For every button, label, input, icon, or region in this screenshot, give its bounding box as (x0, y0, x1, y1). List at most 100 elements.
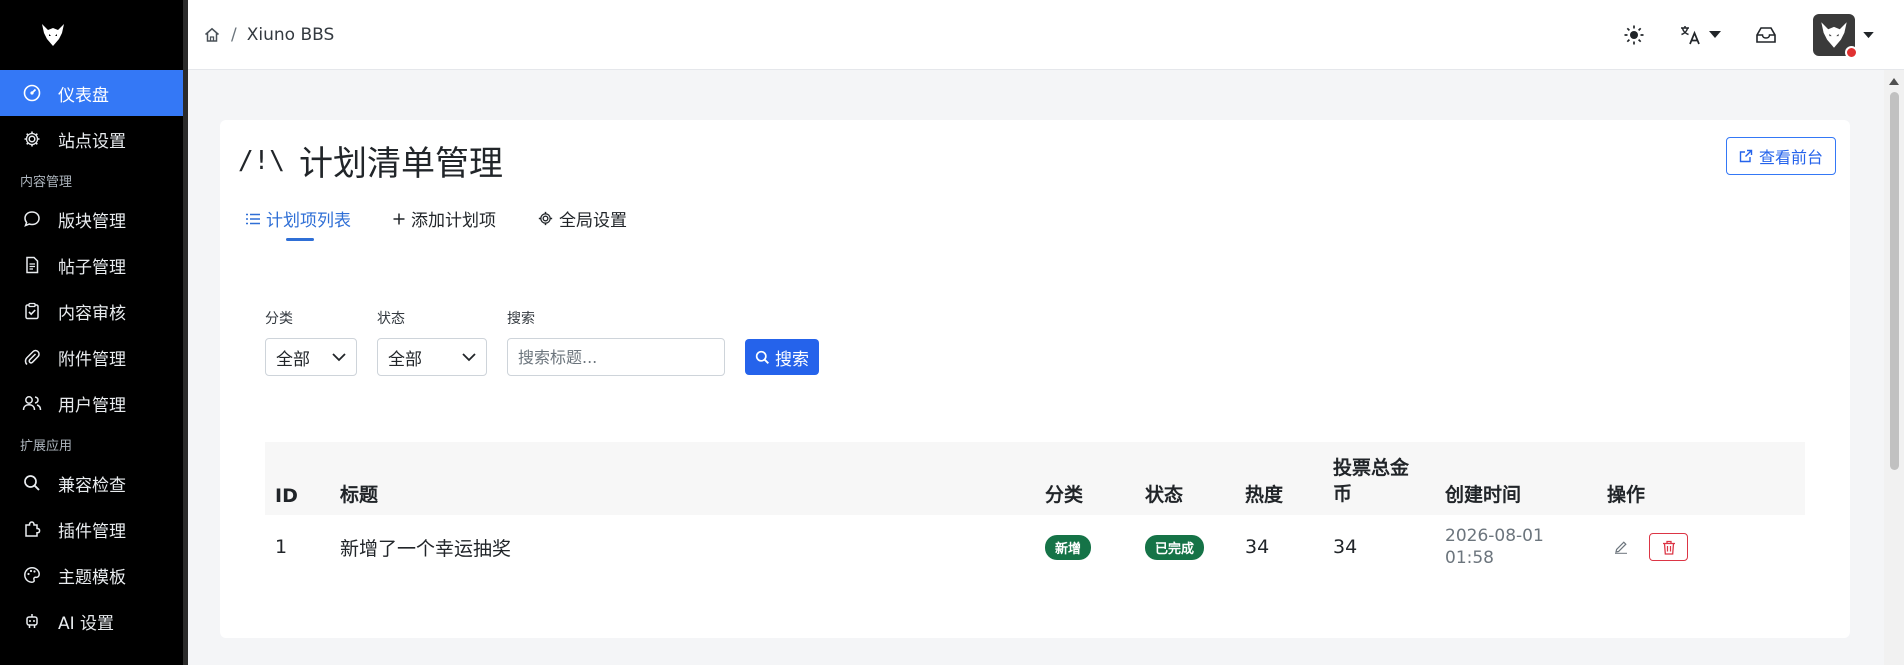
main-card: /!\ 计划清单管理 查看前台 计划项列表 添加计划项 全局设置 分类 全部 状… (220, 120, 1850, 638)
gear-icon (22, 129, 42, 149)
chevron-down-icon (1863, 31, 1874, 39)
sidebar-item-label: 附件管理 (58, 349, 126, 370)
scroll-thumb[interactable] (1890, 92, 1899, 470)
chevron-down-icon (1709, 31, 1721, 39)
cell-id: 1 (275, 536, 288, 558)
page-scrollbar[interactable] (1884, 70, 1904, 665)
category-label: 分类 (265, 311, 293, 327)
cell-category: 新增 (1045, 515, 1145, 579)
avatar (1813, 14, 1858, 59)
edit-icon (1614, 540, 1628, 554)
category-filter: 分类 全部 (265, 308, 357, 376)
paperclip-icon (22, 347, 42, 367)
chevron-down-icon (332, 352, 346, 362)
page-title: /!\ 计划清单管理 (238, 136, 503, 185)
sidebar-item-themes[interactable]: 主题模板 (0, 552, 188, 598)
tab-plan-list[interactable]: 计划项列表 (246, 206, 351, 241)
category-select-value: 全部 (276, 349, 310, 370)
category-select[interactable]: 全部 (265, 338, 357, 376)
category-badge: 新增 (1045, 534, 1092, 560)
tab-add-plan[interactable]: 添加计划项 (393, 206, 496, 231)
sidebar-item-moderation[interactable]: 内容审核 (0, 288, 188, 334)
sidebar-item-ai-settings[interactable]: AI 设置 (0, 598, 188, 644)
sidebar-item-label: 兼容检查 (58, 475, 126, 496)
search-button-label: 搜索 (775, 349, 809, 370)
sidebar-section-extend: 扩展应用 (20, 439, 73, 454)
status-badge: 已完成 (1145, 534, 1205, 560)
tab-label: 添加计划项 (411, 211, 496, 231)
cell-status: 已完成 (1145, 515, 1245, 579)
language-button[interactable] (1679, 24, 1721, 46)
sidebar-item-forums[interactable]: 版块管理 (0, 196, 188, 242)
sidebar-item-dashboard[interactable]: 仪表盘 (0, 70, 183, 116)
status-select-value: 全部 (388, 349, 422, 370)
search-icon (22, 473, 42, 493)
status-filter: 状态 全部 (377, 308, 487, 376)
edit-button[interactable] (1607, 533, 1635, 561)
col-category: 分类 (1045, 442, 1145, 515)
clipboard-check-icon (22, 301, 42, 321)
search-button[interactable]: 搜索 (745, 339, 819, 375)
sidebar-item-label: 版块管理 (58, 211, 126, 232)
home-icon[interactable] (203, 26, 221, 44)
plan-icon: /!\ (238, 145, 285, 176)
col-title: 标题 (340, 442, 1045, 515)
sidebar-item-label: 站点设置 (58, 131, 126, 152)
breadcrumb: / Xiuno BBS (203, 25, 334, 45)
filter-bar: 分类 全部 状态 全部 搜索 搜索 (265, 308, 819, 376)
sidebar-item-label: 主题模板 (58, 567, 126, 588)
col-actions: 操作 (1607, 442, 1805, 515)
cell-created: 2026-08-01 01:58 (1445, 515, 1607, 579)
inbox-icon (1755, 25, 1777, 45)
wolf-avatar-icon (1821, 22, 1847, 48)
sidebar-item-plugins[interactable]: 插件管理 (0, 506, 188, 552)
created-date: 2026-08-01 (1445, 526, 1544, 546)
sidebar-item-posts[interactable]: 帖子管理 (0, 242, 188, 288)
plan-table: ID 标题 分类 状态 热度 投票总金币 创建时间 操作 1 新增了一个幸运抽奖… (265, 442, 1805, 579)
col-created: 创建时间 (1445, 442, 1607, 515)
theme-toggle-button[interactable] (1623, 24, 1645, 46)
cell-title: 新增了一个幸运抽奖 (340, 537, 512, 560)
sidebar-item-label: AI 设置 (58, 613, 115, 634)
page-title-text: 计划清单管理 (298, 144, 503, 184)
sidebar-item-attachments[interactable]: 附件管理 (0, 334, 188, 380)
search-input[interactable] (507, 338, 725, 376)
search-icon (755, 350, 775, 365)
notifications-button[interactable] (1755, 25, 1777, 45)
dashboard-icon (22, 83, 42, 103)
scroll-up-arrow-icon[interactable] (1889, 78, 1899, 85)
sidebar-section-content: 内容管理 (20, 175, 73, 190)
brand-logo[interactable] (0, 0, 188, 70)
sidebar-item-users[interactable]: 用户管理 (0, 380, 188, 426)
cell-actions (1607, 515, 1805, 579)
sidebar-item-site-settings[interactable]: 站点设置 (0, 116, 188, 162)
plus-icon (393, 213, 411, 225)
view-front-label: 查看前台 (1758, 148, 1823, 167)
tab-global-settings[interactable]: 全局设置 (538, 206, 627, 231)
top-actions (1589, 14, 1874, 59)
users-icon (22, 393, 42, 413)
active-tab-indicator (286, 238, 314, 241)
user-menu-button[interactable] (1813, 14, 1874, 59)
status-select[interactable]: 全部 (377, 338, 487, 376)
delete-button[interactable] (1649, 533, 1689, 561)
table-row: 1 新增了一个幸运抽奖 新增 已完成 34 34 2026-08-01 01:5… (265, 515, 1805, 579)
breadcrumb-site[interactable]: Xiuno BBS (247, 25, 335, 45)
external-link-icon (1739, 149, 1759, 163)
gear-icon (538, 211, 559, 226)
sidebar-item-compat-check[interactable]: 兼容检查 (0, 460, 188, 506)
search-filter: 搜索 (507, 308, 725, 376)
view-front-button[interactable]: 查看前台 (1725, 137, 1836, 175)
col-coins: 投票总金币 (1333, 442, 1445, 515)
breadcrumb-separator: / (231, 24, 237, 45)
document-icon (22, 255, 42, 275)
search-label: 搜索 (507, 311, 535, 327)
trash-icon (1662, 540, 1676, 555)
created-time: 01:58 (1445, 548, 1494, 568)
list-icon (246, 213, 266, 225)
robot-icon (22, 611, 42, 631)
tab-label: 全局设置 (559, 211, 627, 231)
sidebar: 仪表盘 站点设置 内容管理 版块管理 帖子管理 内容审核 附件管理 用户管理 扩… (0, 0, 188, 665)
tab-label: 计划项列表 (266, 211, 351, 231)
sidebar-item-label: 帖子管理 (58, 257, 126, 278)
